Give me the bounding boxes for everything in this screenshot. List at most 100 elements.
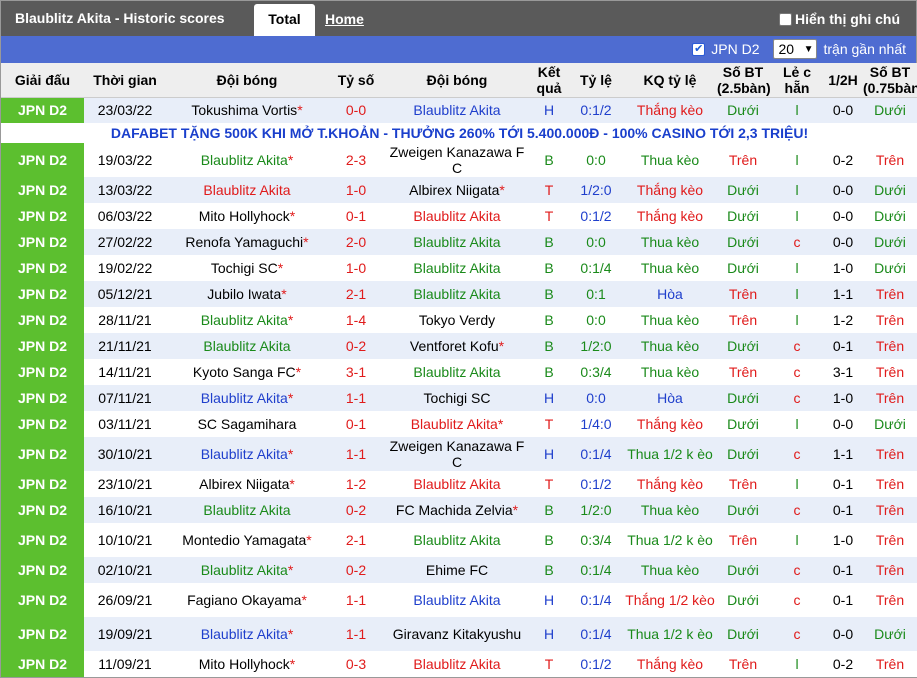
home-team[interactable]: Blaublitz Akita — [166, 497, 328, 523]
away-team[interactable]: Tokyo Verdy — [384, 307, 530, 333]
away-team[interactable]: Zweigen Kanazawa F C — [384, 437, 530, 471]
away-team[interactable]: Blaublitz Akita — [384, 523, 530, 557]
away-team[interactable]: Blaublitz Akita — [384, 229, 530, 255]
home-team[interactable]: Blaublitz Akita* — [166, 307, 328, 333]
score-cell[interactable]: 1-0 — [328, 177, 384, 203]
league-cell[interactable]: JPN D2 — [1, 307, 84, 333]
show-notes-toggle[interactable]: Hiển thị ghi chú — [779, 11, 900, 27]
over-under-cell: Dưới — [716, 385, 770, 411]
score-cell[interactable]: 0-3 — [328, 651, 384, 677]
score-cell[interactable]: 0-1 — [328, 203, 384, 229]
score-cell[interactable]: 1-1 — [328, 385, 384, 411]
league-cell[interactable]: JPN D2 — [1, 97, 84, 123]
league-cell[interactable]: JPN D2 — [1, 203, 84, 229]
league-cell[interactable]: JPN D2 — [1, 385, 84, 411]
home-team[interactable]: Blaublitz Akita — [166, 177, 328, 203]
home-team[interactable]: Blaublitz Akita* — [166, 437, 328, 471]
odds-result-cell: Hòa — [624, 281, 716, 307]
home-team[interactable]: Tokushima Vortis* — [166, 97, 328, 123]
score-cell[interactable]: 1-1 — [328, 437, 384, 471]
league-cell[interactable]: JPN D2 — [1, 583, 84, 617]
score-cell[interactable]: 1-4 — [328, 307, 384, 333]
promo-banner-link[interactable]: DAFABET TẶNG 500K KHI MỞ T.KHOẢN - THƯỞN… — [1, 123, 917, 143]
home-team[interactable]: Albirex Niigata* — [166, 471, 328, 497]
away-team[interactable]: Tochigi SC — [384, 385, 530, 411]
league-cell[interactable]: JPN D2 — [1, 255, 84, 281]
home-team[interactable]: Kyoto Sanga FC* — [166, 359, 328, 385]
league-cell[interactable]: JPN D2 — [1, 497, 84, 523]
score-cell[interactable]: 0-2 — [328, 333, 384, 359]
home-team[interactable]: Jubilo Iwata* — [166, 281, 328, 307]
home-team[interactable]: Blaublitz Akita* — [166, 617, 328, 651]
away-team[interactable]: FC Machida Zelvia* — [384, 497, 530, 523]
home-team[interactable]: Blaublitz Akita* — [166, 143, 328, 177]
league-filter-checkbox[interactable]: ✔ — [692, 42, 706, 56]
home-team[interactable]: Mito Hollyhock* — [166, 203, 328, 229]
home-team[interactable]: Renofa Yamaguchi* — [166, 229, 328, 255]
away-team[interactable]: Blaublitz Akita — [384, 97, 530, 123]
away-team[interactable]: Blaublitz Akita — [384, 583, 530, 617]
show-notes-checkbox[interactable] — [779, 12, 792, 26]
score-cell[interactable]: 0-0 — [328, 97, 384, 123]
away-team[interactable]: Zweigen Kanazawa F C — [384, 143, 530, 177]
home-team[interactable]: SC Sagamihara — [166, 411, 328, 437]
league-cell[interactable]: JPN D2 — [1, 333, 84, 359]
league-cell[interactable]: JPN D2 — [1, 143, 84, 177]
half-time-cell: 1-0 — [824, 523, 862, 557]
home-team[interactable]: Fagiano Okayama* — [166, 583, 328, 617]
column-header: Số BT (2.5bàn) — [716, 63, 771, 98]
odds-result-cell: Thua kèo — [624, 143, 716, 177]
away-team[interactable]: Blaublitz Akita — [384, 255, 530, 281]
away-team[interactable]: Blaublitz Akita — [384, 281, 530, 307]
score-cell[interactable]: 0-2 — [328, 497, 384, 523]
away-team[interactable]: Blaublitz Akita — [384, 203, 530, 229]
match-count-select[interactable]: 20 ▼ — [773, 39, 818, 59]
league-cell[interactable]: JPN D2 — [1, 471, 84, 497]
score-cell[interactable]: 2-1 — [328, 523, 384, 557]
odds-result-cell: Thắng kèo — [624, 97, 716, 123]
away-team[interactable]: Giravanz Kitakyushu — [384, 617, 530, 651]
league-cell[interactable]: JPN D2 — [1, 557, 84, 583]
home-team[interactable]: Tochigi SC* — [166, 255, 328, 281]
home-team[interactable]: Blaublitz Akita — [166, 333, 328, 359]
home-team-name: Blaublitz Akita — [200, 626, 288, 642]
away-team[interactable]: Blaublitz Akita* — [384, 411, 530, 437]
away-team[interactable]: Ventforet Kofu* — [384, 333, 530, 359]
date-cell: 19/03/22 — [84, 143, 166, 177]
home-team-name: Montedio Yamagata — [182, 532, 307, 548]
promo-banner-row[interactable]: DAFABET TẶNG 500K KHI MỞ T.KHOẢN - THƯỞN… — [1, 123, 917, 143]
home-team[interactable]: Mito Hollyhock* — [166, 651, 328, 677]
away-team[interactable]: Blaublitz Akita — [384, 471, 530, 497]
league-cell[interactable]: JPN D2 — [1, 437, 84, 471]
score-cell[interactable]: 1-1 — [328, 583, 384, 617]
score-cell[interactable]: 0-2 — [328, 557, 384, 583]
score-cell[interactable]: 0-1 — [328, 411, 384, 437]
away-team[interactable]: Ehime FC — [384, 557, 530, 583]
score-cell[interactable]: 2-1 — [328, 281, 384, 307]
league-cell[interactable]: JPN D2 — [1, 229, 84, 255]
league-cell[interactable]: JPN D2 — [1, 359, 84, 385]
league-cell[interactable]: JPN D2 — [1, 651, 84, 677]
away-team[interactable]: Blaublitz Akita — [384, 359, 530, 385]
league-cell[interactable]: JPN D2 — [1, 523, 84, 557]
league-cell[interactable]: JPN D2 — [1, 411, 84, 437]
column-header: Đội bóng — [166, 63, 328, 98]
league-cell[interactable]: JPN D2 — [1, 617, 84, 651]
score-cell[interactable]: 1-1 — [328, 617, 384, 651]
score-cell[interactable]: 2-3 — [328, 143, 384, 177]
home-team[interactable]: Montedio Yamagata* — [166, 523, 328, 557]
tab-total[interactable]: Total — [254, 4, 315, 36]
half-time-cell: 0-1 — [824, 497, 862, 523]
score-cell[interactable]: 1-0 — [328, 255, 384, 281]
home-team[interactable]: Blaublitz Akita* — [166, 557, 328, 583]
away-team[interactable]: Albirex Niigata* — [384, 177, 530, 203]
away-team[interactable]: Blaublitz Akita — [384, 651, 530, 677]
league-cell[interactable]: JPN D2 — [1, 177, 84, 203]
score-cell[interactable]: 3-1 — [328, 359, 384, 385]
away-team-name: Tokyo Verdy — [418, 312, 496, 328]
league-cell[interactable]: JPN D2 — [1, 281, 84, 307]
tab-home[interactable]: Home — [325, 11, 364, 27]
home-team[interactable]: Blaublitz Akita* — [166, 385, 328, 411]
score-cell[interactable]: 2-0 — [328, 229, 384, 255]
score-cell[interactable]: 1-2 — [328, 471, 384, 497]
